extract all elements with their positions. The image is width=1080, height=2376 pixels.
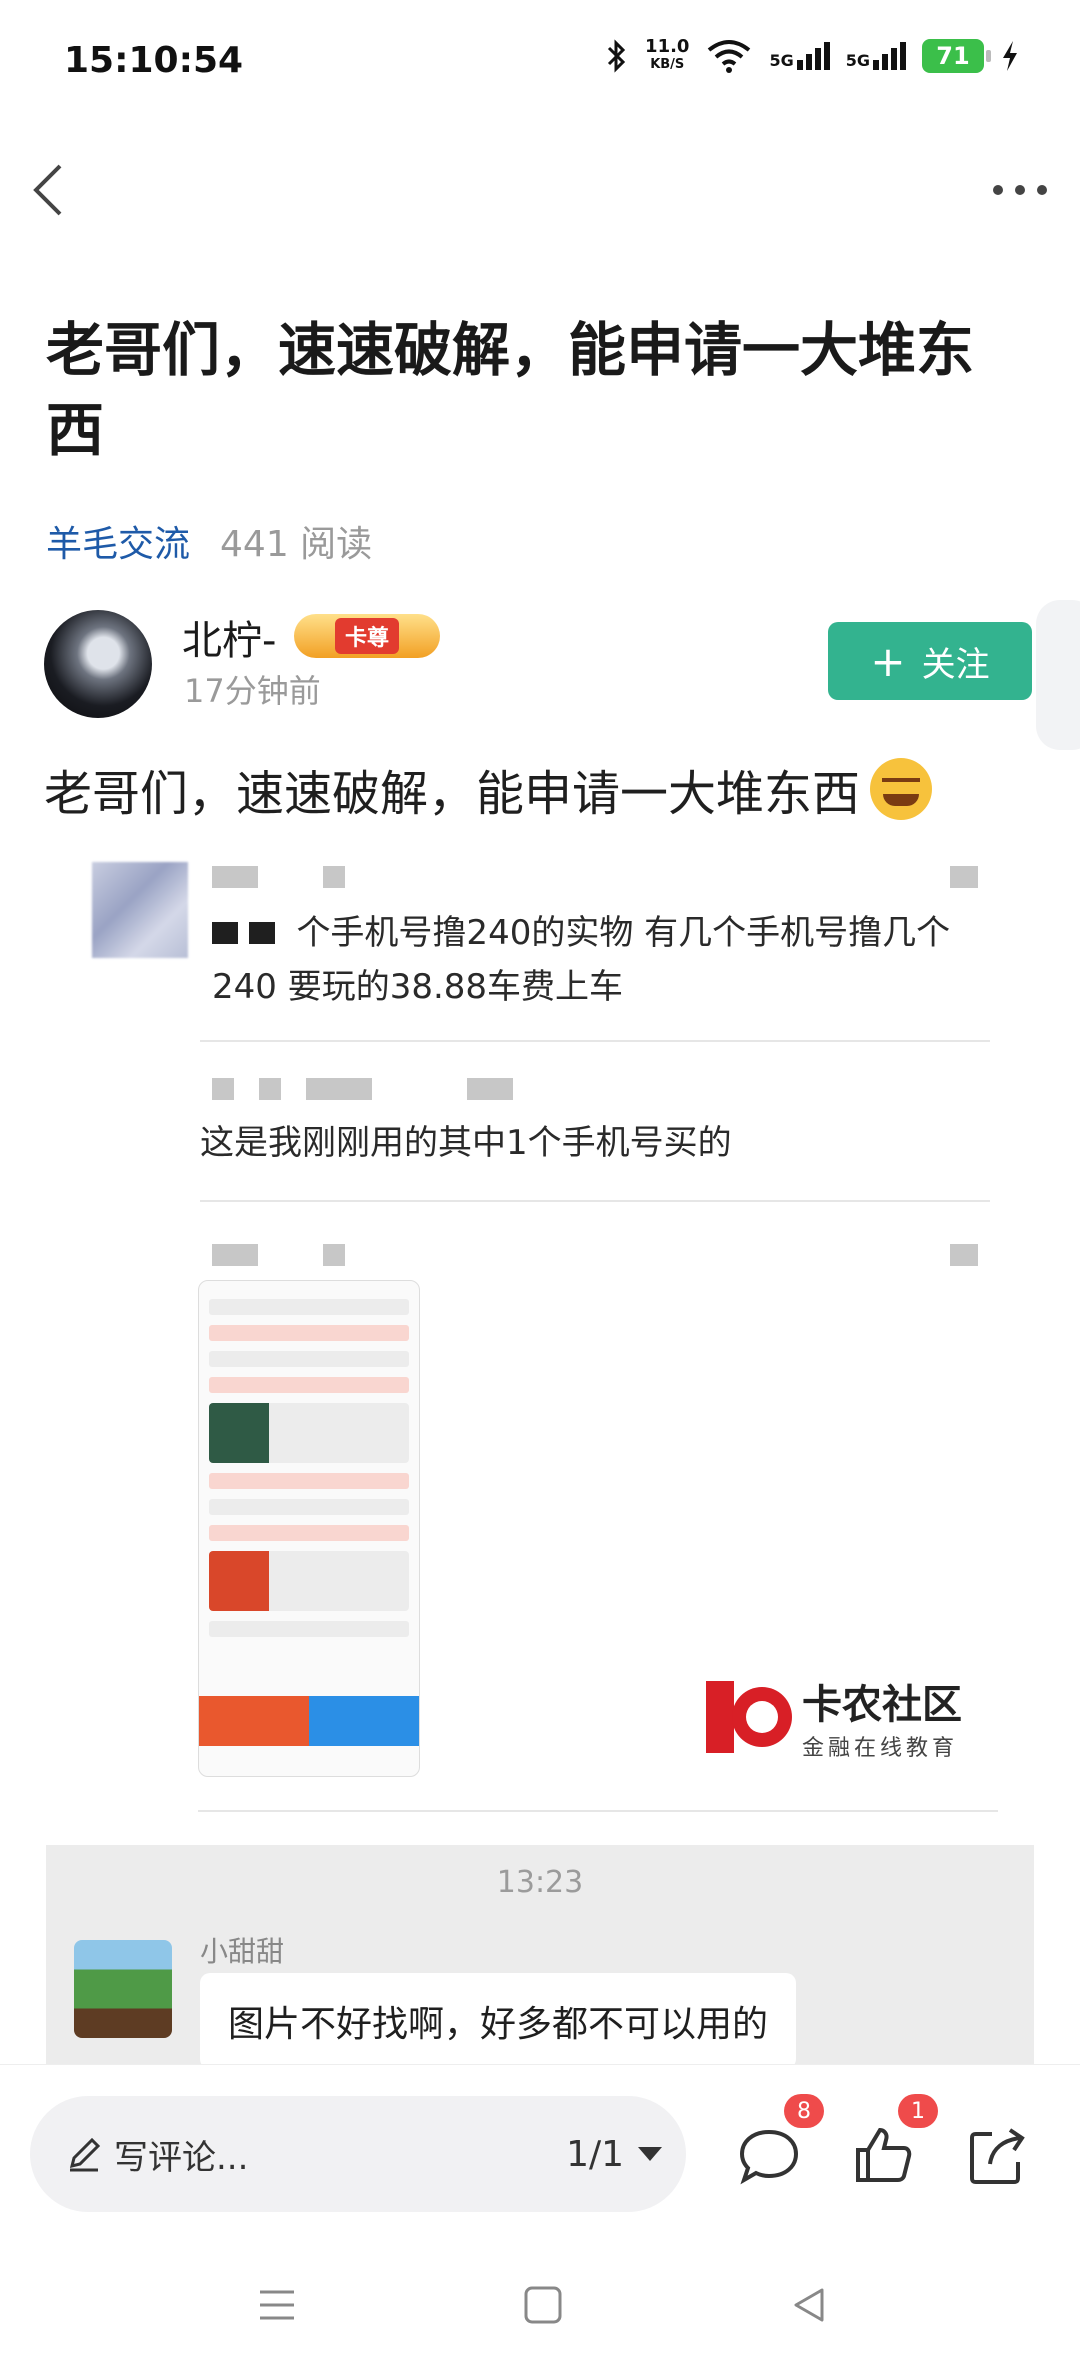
post-title: 老哥们，速速破解，能申请一大堆东西: [46, 316, 975, 464]
like-button[interactable]: 1: [848, 2094, 938, 2190]
battery-indicator: 71: [922, 39, 991, 73]
divider: [200, 1040, 990, 1042]
chat-avatar: [74, 1940, 172, 2038]
status-icons: 11.0 KB/S 5G 5G 71: [605, 38, 1020, 74]
chat-sender-name: 小甜甜: [200, 1935, 285, 1968]
back-button[interactable]: [26, 160, 76, 220]
laughing-emoji-icon: [870, 758, 933, 820]
charging-icon: [1003, 41, 1017, 71]
post-body: 老哥们，速速破解，能申请一大堆东西: [44, 754, 933, 824]
menu-icon[interactable]: [254, 2282, 300, 2328]
screenshot-thumbnail[interactable]: [198, 1280, 420, 1777]
status-time: 15:10:54: [64, 40, 244, 81]
plus-icon: +: [870, 636, 906, 686]
dropdown-arrow-icon: [638, 2147, 662, 2161]
author-badge: 卡尊: [294, 614, 440, 658]
post-meta: 羊毛交流 441 阅读: [46, 515, 372, 567]
home-square-icon[interactable]: [520, 2282, 566, 2328]
share-button[interactable]: [962, 2120, 1032, 2190]
post-time: 17分钟前: [184, 672, 321, 710]
more-options-button[interactable]: [990, 180, 1050, 200]
watermark-logo: 卡农社区 金融在线教育: [706, 1672, 962, 1762]
wifi-icon: [708, 40, 751, 73]
more-dots-icon: [993, 185, 1047, 195]
net-speed: 11.0 KB/S: [645, 36, 690, 73]
back-triangle-icon[interactable]: [786, 2282, 832, 2328]
divider: [200, 1200, 990, 1202]
follow-button[interactable]: + 关注: [828, 622, 1032, 700]
chevron-left-icon: [33, 164, 62, 216]
page-selector[interactable]: 1/1: [566, 2134, 662, 2175]
read-count: 441 阅读: [220, 524, 373, 565]
chat-message: 图片不好找啊，好多都不可以用的: [200, 1973, 797, 2069]
likes-count-badge: 1: [898, 2094, 938, 2128]
author-avatar[interactable]: [44, 610, 152, 718]
thumbs-up-icon: [856, 2127, 912, 2182]
divider: [198, 1810, 998, 1812]
floating-side-widget[interactable]: [1036, 600, 1080, 750]
bluetooth-icon: [607, 39, 626, 73]
comments-button[interactable]: 8: [734, 2094, 824, 2190]
redacted-name: [212, 1078, 514, 1104]
share-icon: [970, 2128, 1025, 2184]
comment-bubble-icon: [739, 2129, 799, 2185]
signal-5g-icon: 5G: [846, 42, 906, 70]
signal-5g-icon: 5G: [769, 42, 830, 70]
blurred-avatar: [92, 862, 188, 958]
embedded-message: 个手机号撸240的实物 有几个手机号撸几个240 要玩的38.88车费上车: [212, 913, 951, 1007]
pencil-icon: [69, 2137, 101, 2172]
comment-input[interactable]: 写评论... 1/1: [30, 2096, 686, 2212]
system-nav-bar: [0, 2232, 1080, 2376]
chat-section: 13:23 小甜甜 图片不好找啊，好多都不可以用的: [46, 1845, 1034, 2069]
chat-time: 13:23: [496, 1865, 584, 1900]
author-name[interactable]: 北柠-: [182, 608, 276, 666]
redacted-name: [212, 866, 979, 892]
category-link[interactable]: 羊毛交流: [46, 515, 190, 567]
embedded-message: 这是我刚刚用的其中1个手机号买的: [200, 1123, 732, 1163]
comments-count-badge: 8: [784, 2094, 824, 2128]
redacted-name: [212, 1244, 979, 1270]
kanong-logo-icon: [706, 1681, 792, 1753]
